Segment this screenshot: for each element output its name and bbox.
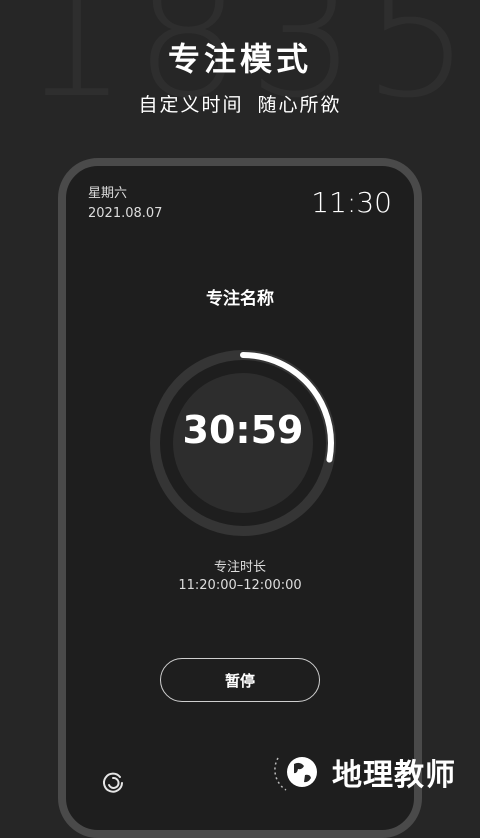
date-block: 星期六 2021.08.07 (88, 184, 162, 224)
weekday-label: 星期六 (88, 186, 128, 201)
subtitle-right: 随心所欲 (257, 94, 342, 116)
page-subtitle: 自定义时间 随心所欲 (0, 90, 480, 117)
duration-range: 11:20:00–12:00:00 (178, 578, 302, 593)
date-label: 2021.08.07 (88, 206, 163, 221)
clock-label: 11:30 (311, 186, 392, 219)
subtitle-left: 自定义时间 (138, 94, 244, 116)
watermark-text: 地理教师 (332, 758, 456, 793)
watermark: 地理教师 (272, 748, 456, 796)
countdown-timer: 30:59 (182, 408, 304, 452)
focus-name: 专注名称 (206, 289, 274, 309)
page-title: 专注模式 (167, 40, 312, 78)
pause-button[interactable]: 暂停 (160, 658, 320, 702)
globe-icon (274, 757, 317, 791)
phone-mockup: 星期六 2021.08.07 11:30 专注名称 30:59 专注时长 11:… (58, 158, 422, 838)
refresh-icon[interactable] (100, 770, 126, 796)
duration-label: 专注时长 (213, 560, 266, 575)
